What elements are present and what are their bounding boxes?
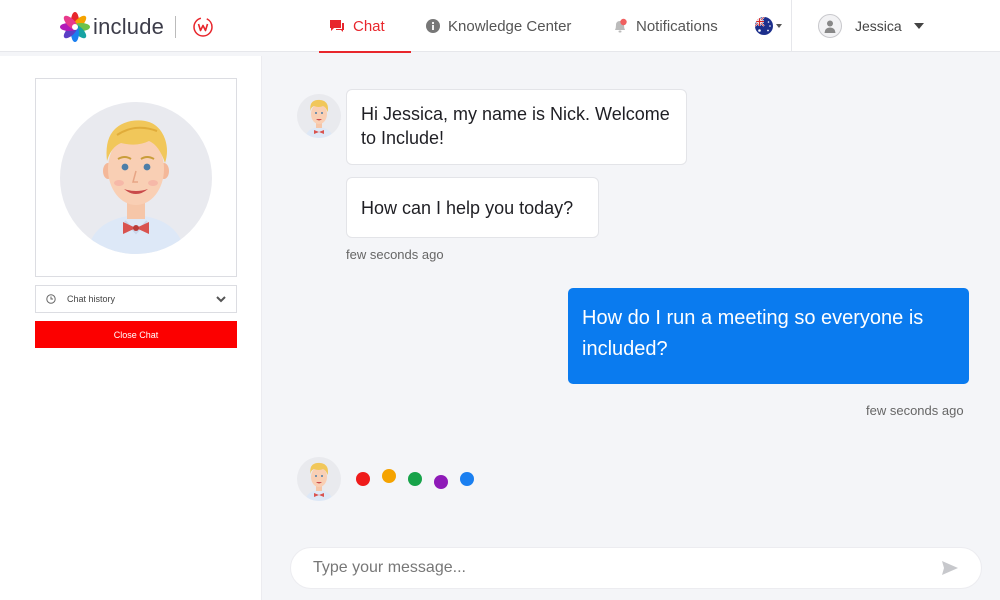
bell-icon — [612, 18, 628, 34]
close-chat-button[interactable]: Close Chat — [35, 321, 237, 348]
info-icon — [426, 19, 440, 33]
australia-flag-icon — [755, 17, 773, 35]
message-timestamp: few seconds ago — [866, 403, 964, 418]
chat-history-label: Chat history — [67, 294, 116, 304]
chat-history-dropdown[interactable]: Chat history — [35, 285, 237, 313]
partner-logo-icon — [193, 17, 213, 37]
bot-message: How can I help you today? — [346, 177, 599, 238]
header-divider — [791, 0, 792, 52]
logo-divider — [175, 16, 176, 38]
brand-name: include — [93, 14, 165, 39]
bot-message: Hi Jessica, my name is Nick. Welcome to … — [346, 89, 687, 165]
typing-dot — [460, 472, 474, 486]
sidebar: Chat history Close Chat — [0, 56, 262, 600]
tab-notifications-label: Notifications — [636, 17, 718, 35]
typing-dot — [356, 472, 370, 486]
language-selector[interactable] — [755, 17, 782, 35]
bot-avatar-large — [60, 101, 212, 254]
bot-face-icon — [305, 462, 333, 501]
user-menu[interactable]: Jessica — [818, 14, 924, 38]
user-name: Jessica — [855, 18, 902, 34]
caret-down-icon — [913, 23, 924, 29]
bot-avatar — [297, 94, 341, 138]
chevron-down-icon — [216, 295, 226, 303]
bot-avatar — [297, 457, 341, 501]
message-input[interactable] — [313, 559, 941, 577]
typing-dot — [408, 472, 422, 486]
chat-bubble-icon — [329, 19, 345, 33]
send-icon[interactable] — [941, 560, 959, 576]
tab-chat-label: Chat — [353, 17, 385, 35]
bot-profile-card — [35, 78, 237, 277]
message-timestamp: few seconds ago — [346, 247, 444, 262]
clock-icon — [46, 294, 56, 304]
include-logo[interactable]: include — [60, 12, 164, 42]
user-message: How do I run a meeting so everyone is in… — [568, 288, 969, 384]
include-logo-mark-icon — [60, 12, 90, 42]
top-navigation-bar: include Chat Knowledge Center Notificati… — [0, 0, 1000, 53]
tab-knowledge-center[interactable]: Knowledge Center — [426, 0, 571, 52]
tab-chat[interactable]: Chat — [319, 0, 411, 53]
typing-dot — [434, 475, 448, 489]
typing-dot — [382, 469, 396, 483]
user-avatar-icon — [818, 14, 842, 38]
bot-face-icon — [305, 99, 333, 138]
tab-knowledge-center-label: Knowledge Center — [448, 17, 572, 35]
tab-notifications[interactable]: Notifications — [612, 0, 718, 52]
chevron-down-icon — [776, 24, 782, 28]
message-composer — [290, 547, 982, 589]
